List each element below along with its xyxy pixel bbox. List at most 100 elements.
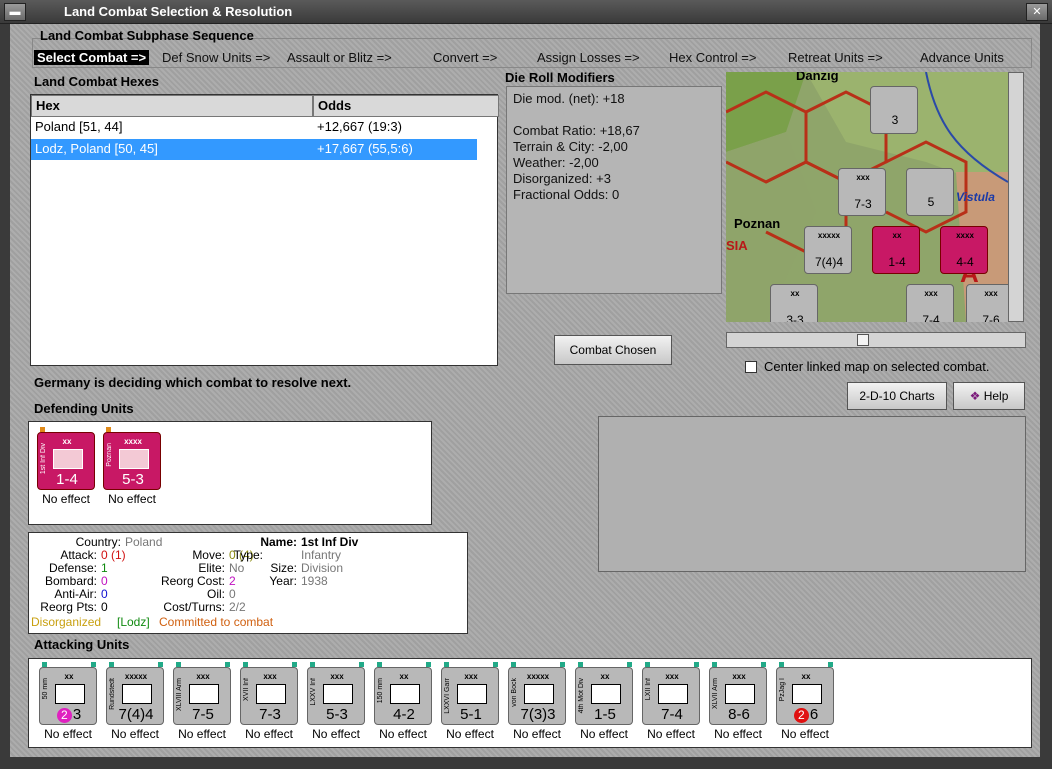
drm-line: Die mod. (net): +18 — [513, 91, 625, 106]
book-icon: ❖ — [969, 389, 981, 403]
row-1-hex[interactable]: Poland [51, 44] — [31, 117, 313, 138]
attacker-unit-12[interactable]: xx PzJag I26 — [776, 662, 835, 725]
center-map-checkbox[interactable] — [745, 361, 757, 373]
info-label: Country: — [75, 535, 121, 549]
unit-strength: 8-6 — [728, 706, 750, 723]
committed-flag: Committed to combat — [159, 615, 274, 629]
info-label: Anti-Air: — [54, 587, 97, 601]
info-value: 0 (1) — [101, 548, 126, 562]
status-lamp-icon — [828, 662, 833, 667]
unit-strength: 7(3)3 — [520, 706, 556, 723]
attacker-unit-4[interactable]: xxx XVII Inf 7-3 — [240, 662, 298, 725]
unit-symbol-icon — [390, 684, 420, 704]
map-counter-150mm[interactable]: xx 3-3 — [770, 284, 818, 322]
defender-poznan[interactable]: xxxx Poznan 5-3 — [103, 427, 161, 490]
subphase-title: Land Combat Subphase Sequence — [40, 28, 254, 43]
map-vertical-scrollbar[interactable] — [1008, 72, 1024, 322]
info-value: 0 — [101, 574, 108, 588]
map-counter-1st-inf-div[interactable]: xx 1-4 — [872, 226, 920, 274]
combat-chosen-button[interactable]: Combat Chosen — [554, 335, 672, 365]
unit-name: 50 mm — [42, 678, 49, 700]
map-counter-stuka[interactable]: 3 — [870, 86, 918, 134]
row-2-odds[interactable]: +17,667 (55,5:6) — [313, 139, 477, 160]
attacker-unit-11[interactable]: xxx XLVII Arm 8-6 — [709, 662, 767, 725]
map-counter-viii-bork[interactable]: xxx 7-6 — [966, 284, 1008, 322]
attacker-effect: No effect — [312, 727, 360, 741]
charts-button[interactable]: 2-D-10 Charts — [847, 382, 947, 410]
info-label: Reorg Pts: — [40, 600, 97, 614]
unit-strength: 26 — [777, 706, 835, 723]
attacker-effect: No effect — [714, 727, 762, 741]
attacking-title: Attacking Units — [34, 637, 130, 652]
phase-convert[interactable]: Convert => — [433, 50, 497, 65]
attacker-effect: No effect — [513, 727, 561, 741]
col-header-hex[interactable]: Hex — [31, 95, 313, 117]
unit-strength: 7-4 — [661, 706, 683, 723]
phase-assign-losses[interactable]: Assign Losses => — [537, 50, 640, 65]
status-lamp-icon — [627, 662, 632, 667]
attacker-unit-5[interactable]: xxx LXXV Inf 5-3 — [307, 662, 365, 725]
system-menu-button[interactable]: ▬ — [4, 3, 26, 21]
attacker-unit-9[interactable]: xx 4th Mot Div 1-5 — [575, 662, 633, 725]
info-label: Cost/Turns: — [163, 600, 225, 614]
help-button[interactable]: ❖ Help — [953, 382, 1025, 410]
attacker-unit-6[interactable]: xx 150 mm 4-2 — [374, 662, 432, 725]
unit-name: LXXV Inf — [310, 678, 317, 706]
close-button[interactable]: ✕ — [1026, 3, 1048, 21]
info-label: Defense: — [48, 561, 97, 575]
combat-hexes-table: Hex Odds Poland [51, 44] +12,667 (19:3) … — [30, 94, 499, 366]
unit-strength: 4-2 — [393, 706, 415, 723]
map-counter-bf109[interactable]: 5 — [906, 168, 954, 216]
attacker-unit-3[interactable]: xxx XLVIII Arm 7-5 — [173, 662, 231, 725]
defender-1st-inf-div[interactable]: xx 1st Inf Div 1-4 — [37, 427, 95, 490]
unit-name: XVII Inf — [243, 678, 250, 701]
mini-map[interactable]: Danzig Poznan Vistula SIA A 3 5 xxx 7-3 … — [726, 72, 1008, 322]
attacker-unit-7[interactable]: xxx LXXVI Garr 5-1 — [441, 662, 499, 725]
attacker-effect: No effect — [178, 727, 226, 741]
scroll-thumb[interactable] — [857, 334, 869, 346]
unit-symbol-icon — [524, 684, 554, 704]
col-header-odds[interactable]: Odds — [313, 95, 499, 117]
row-2-hex[interactable]: Lodz, Poland [50, 45] — [31, 139, 313, 160]
status-lamp-icon — [560, 662, 565, 667]
phase-assault[interactable]: Assault or Blitz => — [287, 50, 392, 65]
unit-strength: 23 — [40, 706, 98, 723]
attacking-units-panel: xx 50 mm 2 3 No effect xxxxx Rundstedt 7(4)4 No … — [28, 658, 1032, 748]
row-1-odds[interactable]: +12,667 (19:3) — [313, 117, 477, 138]
unit-symbol-icon — [792, 684, 822, 704]
attacker-unit-1[interactable]: xx 50 mm 2 3 — [39, 662, 98, 725]
attacker-unit-8[interactable]: xxxxx von Bock 7(3)3 — [508, 662, 566, 725]
status-lamp-icon — [779, 662, 784, 667]
hexes-title: Land Combat Hexes — [34, 74, 159, 89]
status-lamp-icon — [426, 662, 431, 667]
status-lamp-icon — [694, 662, 699, 667]
map-counter-rundstedt[interactable]: xxxxx 7(4)4 — [804, 226, 852, 274]
info-label: Attack: — [60, 548, 97, 562]
info-value: 0 — [101, 587, 108, 601]
map-counter-lxii-inf[interactable]: xxx 7-4 — [906, 284, 954, 322]
unit-strength: 1-5 — [594, 706, 616, 723]
phase-retreat[interactable]: Retreat Units => — [788, 50, 883, 65]
drm-title: Die Roll Modifiers — [505, 70, 615, 85]
phase-select-combat[interactable]: Select Combat => — [34, 50, 150, 65]
unit-strength: 1-4 — [56, 471, 78, 488]
status-lamp-icon — [359, 662, 364, 667]
center-map-label: Center linked map on selected combat. — [764, 359, 990, 374]
phase-def-snow[interactable]: Def Snow Units => — [162, 50, 270, 65]
status-lamp-icon — [176, 662, 181, 667]
map-label-poznan: Poznan — [734, 216, 781, 231]
phase-hex-control[interactable]: Hex Control => — [669, 50, 756, 65]
unit-symbol-icon — [55, 684, 85, 704]
attacker-unit-2[interactable]: xxxxx Rundstedt 7(4)4 — [106, 662, 164, 725]
map-counter-xvii-inf[interactable]: xxx 7-3 — [838, 168, 886, 216]
unit-name: 1st Inf Div — [40, 443, 47, 475]
disorganized-flag: Disorganized — [31, 615, 102, 629]
infantry-symbol-icon — [53, 449, 83, 469]
attacker-unit-10[interactable]: xxx LXII Inf 7-4 — [642, 662, 700, 725]
phase-advance[interactable]: Advance Units — [920, 50, 1004, 65]
map-horizontal-scrollbar[interactable] — [726, 332, 1026, 348]
unit-strength: 7-3 — [259, 706, 281, 723]
info-label: Oil: — [207, 587, 225, 601]
unit-name: von Bock — [511, 678, 518, 707]
map-counter-pomorze[interactable]: xxxx 4-4 — [940, 226, 988, 274]
